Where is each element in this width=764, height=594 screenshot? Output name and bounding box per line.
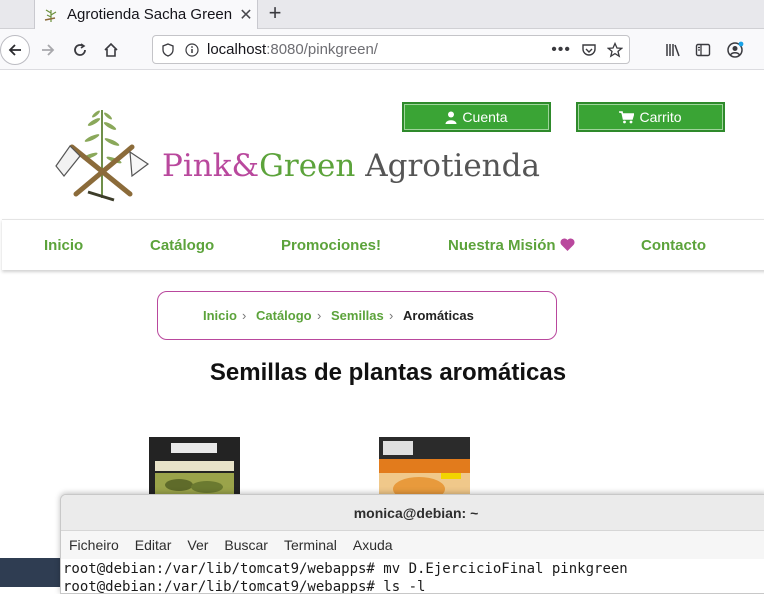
nav-inicio[interactable]: Inicio <box>44 220 83 271</box>
arrow-left-icon <box>8 44 21 56</box>
library-button[interactable] <box>659 36 687 64</box>
desktop-background <box>0 558 60 587</box>
sidebar-icon <box>695 43 711 57</box>
page-title: Semillas de plantas aromáticas <box>209 359 567 386</box>
arrow-right-icon <box>42 44 55 56</box>
carrito-button[interactable]: Carrito <box>576 102 725 132</box>
close-tab-icon[interactable]: ✕ <box>235 5 257 25</box>
breadcrumb-separator: › <box>317 308 322 323</box>
shopping-cart-icon <box>619 110 635 123</box>
home-button[interactable] <box>97 36 125 64</box>
back-button[interactable] <box>0 35 30 65</box>
forward-button[interactable] <box>34 36 62 64</box>
main-nav: Inicio Catálogo Promociones! Nuestra Mis… <box>2 219 764 270</box>
brand-green: Green <box>259 148 356 184</box>
terminal-title[interactable]: monica@debian: ~ <box>61 495 764 531</box>
product-image-squash[interactable] <box>379 437 470 495</box>
breadcrumb-separator: › <box>242 308 247 323</box>
url-bar[interactable]: localhost:8080/pinkgreen/ ••• <box>152 35 630 64</box>
nav-catalogo[interactable]: Catálogo <box>150 220 214 271</box>
terminal-menu-axuda[interactable]: Axuda <box>353 537 393 553</box>
brand-pink: Pink& <box>162 148 260 184</box>
nav-nuestra-mision-label: Nuestra Misión <box>448 237 556 254</box>
pocket-icon[interactable] <box>581 42 597 58</box>
shield-icon[interactable] <box>161 42 175 57</box>
terminal-window[interactable]: monica@debian: ~ Ficheiro Editar Ver Bus… <box>60 494 764 594</box>
terminal-menu-terminal[interactable]: Terminal <box>284 537 337 553</box>
url-text: localhost:8080/pinkgreen/ <box>207 41 378 58</box>
product-image-seeds[interactable] <box>149 437 240 495</box>
carrito-label: Carrito <box>639 109 682 125</box>
page-actions-icon[interactable]: ••• <box>551 41 571 59</box>
plant-favicon-icon <box>44 8 57 22</box>
browser-tab[interactable]: Agrotienda Sacha Green ✕ <box>34 0 258 29</box>
breadcrumb-catalogo[interactable]: Catálogo <box>256 292 312 339</box>
terminal-line: root@debian:/var/lib/tomcat9/webapps# mv… <box>63 561 628 577</box>
user-icon <box>445 111 457 124</box>
logo-tools-plant-icon <box>55 110 150 202</box>
terminal-menu-ver[interactable]: Ver <box>187 537 208 553</box>
new-tab-icon[interactable]: + <box>262 1 288 27</box>
info-icon[interactable] <box>185 42 199 57</box>
brand-rest: Agrotienda <box>355 148 540 184</box>
browser-toolbar: localhost:8080/pinkgreen/ ••• <box>0 29 764 70</box>
brand-title[interactable]: Pink&Green Agrotienda <box>162 148 540 184</box>
breadcrumb-aromaticas: Aromáticas <box>403 308 474 323</box>
terminal-menu-editar[interactable]: Editar <box>135 537 172 553</box>
cuenta-label: Cuenta <box>462 109 508 125</box>
browser-tab-bar: Agrotienda Sacha Green ✕ + <box>0 0 764 29</box>
home-icon <box>104 42 118 57</box>
reload-icon <box>74 43 86 56</box>
nav-contacto[interactable]: Contacto <box>641 220 706 271</box>
breadcrumb: Inicio › Catálogo › Semillas › Aromática… <box>157 291 557 340</box>
tab-title: Agrotienda Sacha Green <box>67 6 233 23</box>
reload-button[interactable] <box>66 36 94 64</box>
cuenta-button[interactable]: Cuenta <box>402 102 551 132</box>
heart-icon <box>560 238 575 251</box>
breadcrumb-semillas[interactable]: Semillas <box>331 292 384 339</box>
nav-promociones[interactable]: Promociones! <box>281 220 381 271</box>
terminal-menu-ficheiro[interactable]: Ficheiro <box>69 537 119 553</box>
library-icon <box>666 44 680 57</box>
sidebar-button[interactable] <box>689 36 717 64</box>
breadcrumb-separator: › <box>389 308 394 323</box>
account-icon <box>727 41 744 58</box>
account-button[interactable] <box>721 36 749 64</box>
terminal-menu-buscar[interactable]: Buscar <box>224 537 268 553</box>
terminal-menubar: Ficheiro Editar Ver Buscar Terminal Axud… <box>61 531 764 559</box>
bookmark-star-icon[interactable] <box>607 41 623 58</box>
breadcrumb-inicio[interactable]: Inicio <box>203 292 237 339</box>
nav-nuestra-mision[interactable]: Nuestra Misión <box>448 220 575 271</box>
